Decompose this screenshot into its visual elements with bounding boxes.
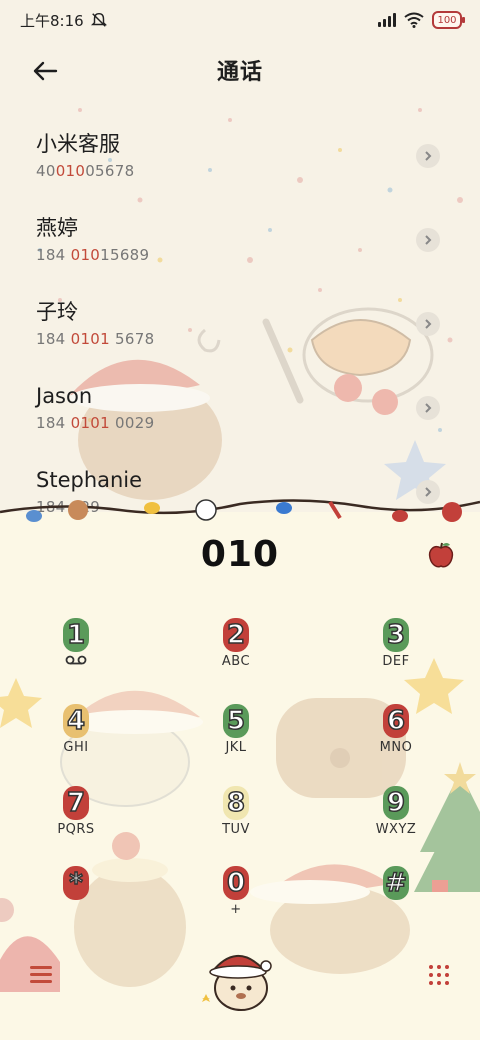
delete-button[interactable] bbox=[426, 540, 456, 570]
key-digit: # bbox=[383, 866, 409, 900]
key-letters: ABC bbox=[221, 654, 251, 669]
contact-name: 子玲 bbox=[36, 300, 78, 324]
key-digit: 4 bbox=[63, 704, 89, 738]
contact-name: Jason bbox=[36, 384, 93, 408]
key-digit: 8 bbox=[223, 786, 249, 820]
contacts-panel: 上午8:16 100 通话 小米客服 4001005678 燕婷 184 010… bbox=[0, 0, 480, 512]
contact-suggestions-list: 小米客服 4001005678 燕婷 184 01015689 子玲 184 0… bbox=[0, 120, 480, 512]
contact-name: 燕婷 bbox=[36, 216, 78, 240]
key-2[interactable]: 2 ABC bbox=[186, 618, 286, 688]
key-digit: * bbox=[63, 866, 89, 900]
key-letters: + bbox=[230, 902, 242, 917]
key-5[interactable]: 5 JKL bbox=[186, 704, 286, 774]
key-letters: GHI bbox=[63, 740, 89, 755]
back-button[interactable] bbox=[28, 54, 62, 88]
key-digit: 2 bbox=[223, 618, 249, 652]
contact-detail-button[interactable] bbox=[416, 144, 440, 168]
page-title: 通话 bbox=[216, 60, 263, 85]
key-digit: 3 bbox=[383, 618, 409, 652]
dialpad-grid-icon[interactable] bbox=[428, 964, 450, 986]
hamburger-menu-icon[interactable] bbox=[30, 966, 52, 984]
contact-number: 184 01015689 bbox=[36, 246, 150, 264]
battery-level: 100 bbox=[437, 14, 457, 26]
key-digit: 7 bbox=[63, 786, 89, 820]
key-digit: 9 bbox=[383, 786, 409, 820]
key-letters: TUV bbox=[222, 822, 250, 837]
contact-detail-button[interactable] bbox=[416, 228, 440, 252]
christmas-lights-garland bbox=[0, 499, 480, 522]
chevron-right-icon bbox=[425, 151, 432, 161]
contact-item[interactable]: 小米客服 4001005678 bbox=[0, 120, 480, 204]
key-digit: 6 bbox=[383, 704, 409, 738]
key-8[interactable]: 8 TUV bbox=[186, 786, 286, 856]
key-letters: WXYZ bbox=[375, 822, 417, 837]
bottom-bar bbox=[0, 948, 480, 1011]
contact-number: 4001005678 bbox=[36, 162, 135, 180]
key-6[interactable]: 6 MNO bbox=[346, 704, 446, 774]
bell-muted-icon bbox=[90, 12, 107, 27]
chevron-right-icon bbox=[425, 319, 432, 329]
call-button-icon bbox=[202, 954, 272, 1011]
chevron-right-icon bbox=[425, 403, 432, 413]
key-3[interactable]: 3 DEF bbox=[346, 618, 446, 688]
key-letters: JKL bbox=[225, 740, 247, 755]
key-letters: PQRS bbox=[57, 822, 95, 837]
contact-detail-button[interactable] bbox=[416, 396, 440, 420]
key-letters: MNO bbox=[379, 740, 413, 755]
key-star[interactable]: * bbox=[26, 866, 126, 936]
signal-icon bbox=[378, 13, 396, 27]
chevron-right-icon bbox=[425, 235, 432, 245]
apple-delete-icon bbox=[428, 542, 454, 568]
voicemail-icon bbox=[26, 654, 126, 669]
key-1[interactable]: 1 bbox=[26, 618, 126, 688]
key-7[interactable]: 7 PQRS bbox=[26, 786, 126, 856]
battery-icon: 100 bbox=[432, 11, 465, 29]
status-bar: 上午8:16 100 bbox=[0, 0, 480, 40]
key-digit: 5 bbox=[223, 704, 249, 738]
contact-item[interactable]: Jason 184 0101 0029 bbox=[0, 372, 480, 456]
contact-detail-button[interactable] bbox=[416, 312, 440, 336]
wifi-icon bbox=[404, 12, 424, 28]
dialed-number: 010 bbox=[200, 534, 280, 575]
arrow-left-icon bbox=[33, 61, 58, 81]
status-time: 上午8:16 bbox=[20, 11, 84, 30]
contact-item[interactable]: 燕婷 184 01015689 bbox=[0, 204, 480, 288]
contact-item[interactable]: 子玲 184 0101 5678 bbox=[0, 288, 480, 372]
key-letters: DEF bbox=[382, 654, 410, 669]
contact-number: 184 0101 0029 bbox=[36, 414, 155, 432]
contact-number: 184 0101 5678 bbox=[36, 330, 155, 348]
key-hash[interactable]: # bbox=[346, 866, 446, 936]
key-9[interactable]: 9 WXYZ bbox=[346, 786, 446, 856]
key-0[interactable]: 0 + bbox=[186, 866, 286, 936]
call-button[interactable] bbox=[196, 946, 282, 1016]
key-digit: 0 bbox=[223, 866, 249, 900]
app-header: 通话 bbox=[0, 48, 480, 92]
key-4[interactable]: 4 GHI bbox=[26, 704, 126, 774]
key-digit: 1 bbox=[63, 618, 89, 652]
dialer-screen: 上午8:16 100 通话 小米客服 4001005678 燕婷 184 010… bbox=[0, 0, 480, 1040]
contact-name: 小米客服 bbox=[36, 132, 120, 156]
